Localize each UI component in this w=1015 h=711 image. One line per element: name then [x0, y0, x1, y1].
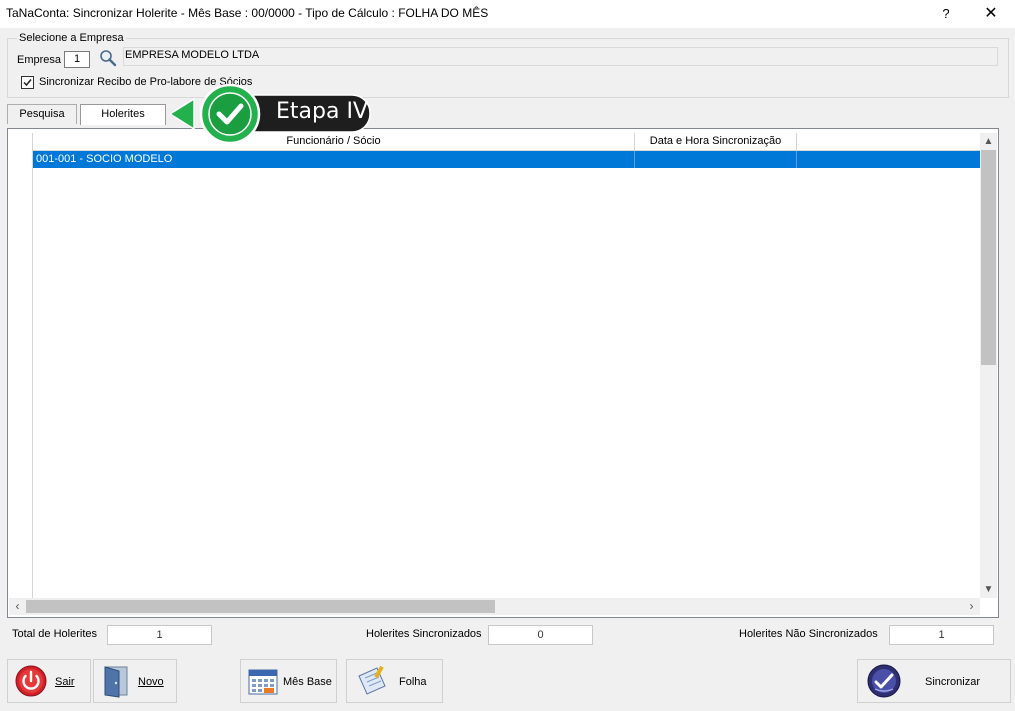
- step-callout-text: Etapa IV: [276, 99, 368, 124]
- grid-row-indicator: [9, 150, 33, 598]
- power-icon: [15, 665, 47, 697]
- total-holerites-value: 1: [107, 625, 212, 645]
- table-row[interactable]: [33, 151, 980, 168]
- door-icon: [104, 666, 128, 698]
- empresa-code-input[interactable]: 1: [64, 51, 90, 68]
- scroll-left-icon[interactable]: ‹: [9, 598, 26, 615]
- holerites-nao-sincronizados-label: Holerites Não Sincronizados: [739, 628, 878, 640]
- holerites-nao-sincronizados-value: 1: [889, 625, 994, 645]
- novo-label: Novo: [138, 676, 164, 688]
- empresa-label: Empresa: [17, 54, 62, 66]
- sincronizar-button[interactable]: Sincronizar: [857, 659, 1011, 703]
- mes-base-button[interactable]: Mês Base: [240, 659, 337, 703]
- sync-prolabore-checkbox[interactable]: [21, 76, 34, 89]
- scroll-up-icon[interactable]: ▲: [980, 133, 997, 150]
- novo-button[interactable]: Novo: [93, 659, 177, 703]
- sync-check-icon: [867, 664, 901, 698]
- horizontal-scroll-thumb[interactable]: [26, 600, 495, 613]
- scroll-down-icon[interactable]: ▼: [980, 581, 997, 598]
- sair-label: Sair: [55, 676, 75, 688]
- sincronizar-label: Sincronizar: [925, 676, 981, 688]
- empresa-group-legend: Selecione a Empresa: [17, 32, 126, 44]
- vertical-scroll-thumb[interactable]: [981, 150, 996, 365]
- checkmark-icon: [23, 79, 32, 87]
- row-divider: [796, 151, 797, 168]
- empresa-name-field: EMPRESA MODELO LTDA: [123, 47, 998, 66]
- holerites-grid: [7, 128, 999, 618]
- folha-label: Folha: [399, 676, 427, 688]
- total-holerites-label: Total de Holerites: [12, 628, 97, 640]
- search-icon[interactable]: [99, 49, 117, 67]
- sair-button[interactable]: Sair: [7, 659, 91, 703]
- scroll-right-icon[interactable]: ›: [963, 598, 980, 615]
- holerites-sincronizados-label: Holerites Sincronizados: [366, 628, 482, 640]
- help-button[interactable]: ?: [934, 3, 958, 25]
- window-title: TaNaConta: Sincronizar Holerite - Mês Ba…: [6, 6, 489, 20]
- row-divider: [634, 151, 635, 168]
- mes-base-label: Mês Base: [283, 676, 332, 688]
- tab-holerites[interactable]: Holerites: [80, 104, 166, 125]
- holerites-sincronizados-value: 0: [488, 625, 593, 645]
- payroll-sheet-icon: [358, 665, 386, 695]
- table-cell-funcionario[interactable]: 001-001 - SOCIO MODELO: [36, 153, 172, 165]
- grid-indicator-header: [9, 133, 33, 150]
- tab-pesquisa[interactable]: Pesquisa: [7, 104, 77, 124]
- close-button[interactable]: ✕: [979, 3, 1003, 25]
- folha-button[interactable]: Folha: [346, 659, 443, 703]
- column-header-data-sincronizacao[interactable]: Data e Hora Sincronização: [635, 133, 797, 150]
- calendar-icon: [248, 669, 278, 695]
